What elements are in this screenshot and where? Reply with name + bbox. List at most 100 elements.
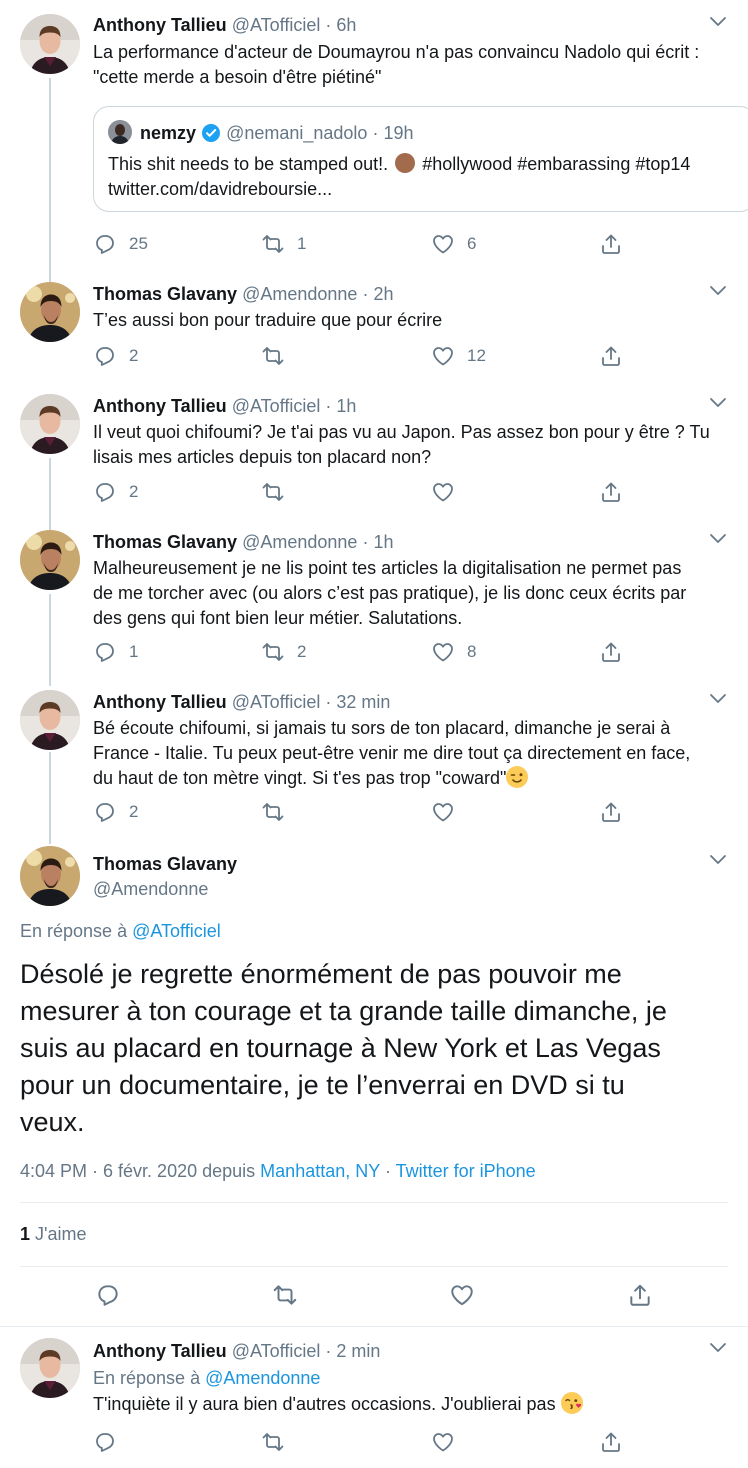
tweet[interactable]: Anthony Tallieu @ATofficiel · 1h Il veut…: [0, 392, 748, 524]
reply-button[interactable]: 2: [93, 343, 138, 369]
tweet-time[interactable]: · 32 min: [325, 692, 390, 712]
author-name[interactable]: Anthony Tallieu: [93, 692, 227, 712]
tweet-time[interactable]: · 2 min: [325, 1341, 380, 1361]
share-button[interactable]: [599, 231, 623, 257]
like-button[interactable]: [431, 1429, 455, 1455]
tweet[interactable]: Anthony Tallieu @ATofficiel · 32 min Bé …: [0, 688, 748, 838]
reply-count: 2: [129, 346, 139, 365]
quote-hashtags[interactable]: #hollywood #embarassing #top14: [422, 154, 690, 174]
like-icon[interactable]: [449, 1282, 475, 1308]
like-button[interactable]: [431, 799, 467, 825]
reply-icon: [93, 1430, 117, 1454]
avatar[interactable]: [20, 690, 80, 750]
reply-button[interactable]: 2: [93, 479, 138, 505]
reply-button[interactable]: 1: [93, 639, 138, 665]
reply-to-link[interactable]: @Amendonne: [205, 1368, 320, 1388]
tweet-text-line: Désolé je regrette énormément de pas pou…: [20, 959, 622, 989]
tweet[interactable]: Anthony Tallieu @ATofficiel · 2 min En r…: [0, 1330, 748, 1468]
share-button[interactable]: [599, 343, 623, 369]
tweet[interactable]: Anthony Tallieu @ATofficiel · 6h La perf…: [0, 0, 748, 275]
chevron-down-icon[interactable]: [708, 283, 728, 299]
reply-button[interactable]: 25: [93, 231, 148, 257]
chevron-down-icon[interactable]: [708, 14, 728, 30]
author-name[interactable]: Anthony Tallieu: [93, 396, 227, 416]
author-handle[interactable]: @Amendonne: [242, 284, 357, 304]
share-button[interactable]: [599, 799, 623, 825]
author-name[interactable]: Anthony Tallieu: [93, 15, 227, 35]
retweet-button[interactable]: [261, 343, 297, 369]
share-icon[interactable]: [627, 1282, 653, 1308]
chevron-down-icon[interactable]: [708, 691, 728, 707]
share-button[interactable]: [599, 639, 623, 665]
tweet-header: Thomas Glavany @Amendonne: [93, 852, 237, 902]
retweet-icon: [261, 480, 285, 504]
divider: [20, 1202, 728, 1203]
retweet-icon: [261, 1430, 285, 1454]
author-name[interactable]: Thomas Glavany: [93, 284, 237, 304]
quoted-tweet[interactable]: nemzy @nemani_nadolo · 19h This shit nee…: [93, 106, 748, 212]
tweet-time[interactable]: · 2h: [362, 284, 393, 304]
tweet-text-line: du haut de ton mètre vingt. Si t'es pas …: [93, 768, 507, 788]
author-name[interactable]: Anthony Tallieu: [93, 1341, 227, 1361]
author-handle[interactable]: @ATofficiel: [232, 1341, 321, 1361]
tweet-client[interactable]: Twitter for iPhone: [396, 1161, 536, 1181]
avatar[interactable]: [20, 1338, 80, 1398]
retweet-icon: [261, 640, 285, 664]
author-handle[interactable]: @ATofficiel: [232, 692, 321, 712]
like-button[interactable]: 12: [431, 343, 486, 369]
reply-button[interactable]: 2: [93, 799, 138, 825]
quote-link[interactable]: twitter.com/davidreboursie...: [108, 179, 332, 199]
tweet-timestamp[interactable]: 4:04 PM · 6 févr. 2020 depuis: [20, 1161, 255, 1181]
quote-text-line: This shit needs to be stamped out!.: [108, 154, 389, 174]
author-name[interactable]: Thomas Glavany: [93, 532, 237, 552]
chevron-down-icon[interactable]: [708, 852, 728, 868]
retweet-button[interactable]: [261, 479, 297, 505]
tweet-time[interactable]: · 6h: [325, 15, 356, 35]
reply-icon[interactable]: [95, 1282, 121, 1308]
tweet-text-line: La performance d'acteur de Doumayrou n'a…: [93, 42, 700, 62]
share-button[interactable]: [599, 1429, 623, 1455]
tweet-text-line: T'inquiète il y aura bien d'autres occas…: [93, 1394, 556, 1414]
divider: [20, 1266, 728, 1267]
tweet-header: Anthony Tallieu @ATofficiel · 32 min: [93, 691, 390, 713]
retweet-icon[interactable]: [272, 1282, 298, 1308]
like-button[interactable]: 6: [431, 231, 476, 257]
retweet-button[interactable]: 1: [261, 231, 306, 257]
author-handle[interactable]: @ATofficiel: [232, 396, 321, 416]
reply-icon: [93, 344, 117, 368]
avatar[interactable]: [20, 394, 80, 454]
retweet-button[interactable]: [261, 1429, 285, 1455]
avatar[interactable]: [20, 14, 80, 74]
tweet-actions: 2 12: [93, 343, 653, 369]
chevron-down-icon[interactable]: [708, 395, 728, 411]
tweet-text-line: des gens qui font bien leur métier. Salu…: [93, 608, 463, 628]
author-name[interactable]: Thomas Glavany: [93, 852, 237, 877]
retweet-button[interactable]: [261, 799, 297, 825]
like-button[interactable]: 8: [431, 639, 476, 665]
tweet-location[interactable]: Manhattan, NY: [260, 1161, 380, 1181]
likes-summary[interactable]: 1 J'aime: [20, 1223, 86, 1245]
tweet-actions: 2: [93, 479, 653, 505]
reply-to-link[interactable]: @ATofficiel: [132, 921, 221, 941]
reply-button[interactable]: [93, 1429, 117, 1455]
author-handle[interactable]: @Amendonne: [242, 532, 357, 552]
chevron-down-icon[interactable]: [708, 531, 728, 547]
avatar[interactable]: [20, 530, 80, 590]
reply-prefix: En réponse à: [20, 921, 128, 941]
avatar[interactable]: [20, 282, 80, 342]
tweet-time[interactable]: · 1h: [325, 396, 356, 416]
like-button[interactable]: [431, 479, 467, 505]
share-icon: [599, 800, 623, 824]
author-handle[interactable]: @Amendonne: [93, 877, 237, 902]
retweet-button[interactable]: 2: [261, 639, 306, 665]
tweet[interactable]: Thomas Glavany @Amendonne · 2h T’es auss…: [0, 280, 748, 390]
tweet-time[interactable]: · 1h: [362, 532, 393, 552]
tweet-text: Malheureusement je ne lis point tes arti…: [93, 556, 733, 631]
chevron-down-icon[interactable]: [708, 1340, 728, 1356]
like-icon: [431, 232, 455, 256]
share-button[interactable]: [599, 479, 623, 505]
author-handle[interactable]: @ATofficiel: [232, 15, 321, 35]
tweet[interactable]: Thomas Glavany @Amendonne · 1h Malheureu…: [0, 528, 748, 683]
quote-text: This shit needs to be stamped out!. #hol…: [108, 152, 690, 202]
avatar[interactable]: [20, 846, 80, 906]
